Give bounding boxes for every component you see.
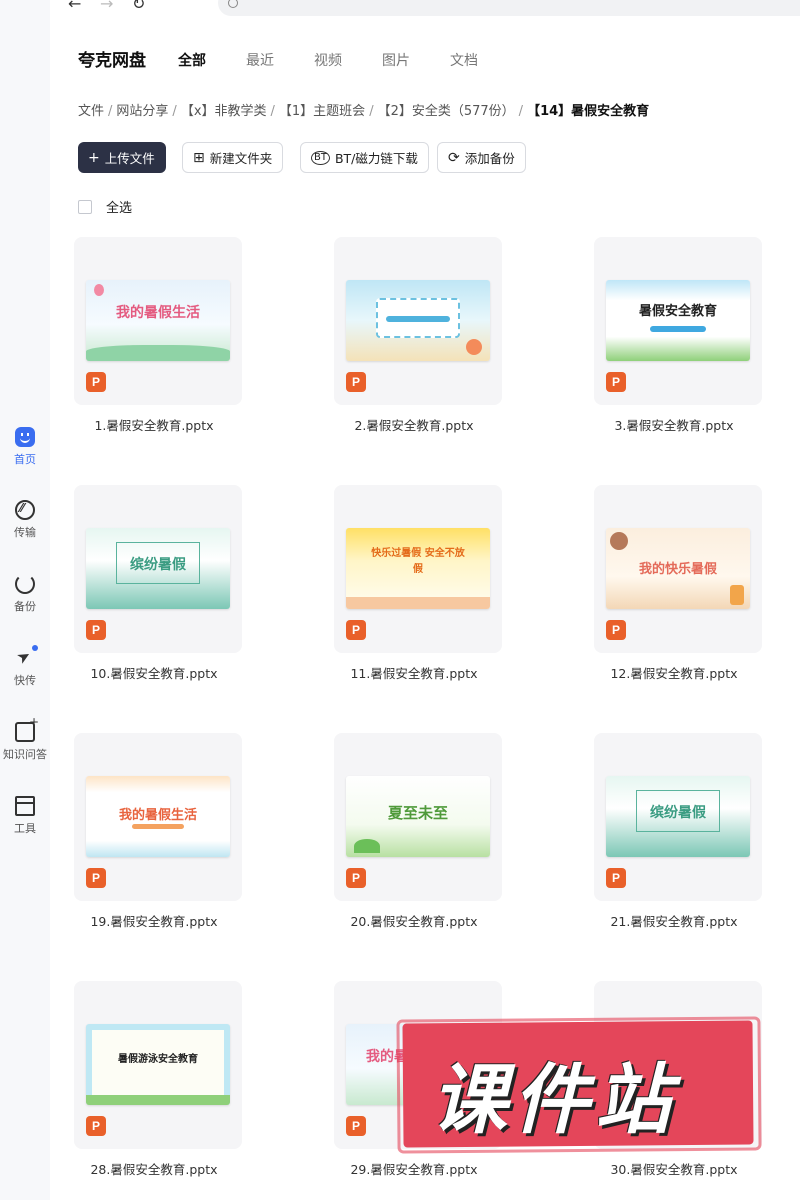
file-thumbnail: 快乐过暑假 安全不放假 xyxy=(346,528,490,609)
sidebar-item-backup[interactable]: 备份 xyxy=(0,574,50,614)
file-thumbnail: 我的快乐暑假 xyxy=(606,528,750,609)
file-name[interactable]: 10.暑假安全教育.pptx xyxy=(54,663,254,682)
file-name[interactable]: 2.暑假安全教育.pptx xyxy=(314,415,514,434)
file-card[interactable]: 我的暑假生活 P xyxy=(74,237,242,405)
sidebar-item-label: 工具 xyxy=(14,822,36,835)
quick-send-icon xyxy=(15,645,38,668)
sidebar-item-quick-send[interactable]: 快传 xyxy=(0,645,50,688)
ppt-file-icon: P xyxy=(86,620,106,640)
file-thumbnail xyxy=(346,280,490,361)
sidebar-item-qa[interactable]: 知识问答 xyxy=(0,715,50,762)
search-icon xyxy=(228,0,238,8)
ppt-file-icon: P xyxy=(346,1116,366,1136)
select-all-label: 全选 xyxy=(106,201,133,216)
file-card[interactable]: 快乐过暑假 安全不放假 P xyxy=(334,485,502,653)
file-card[interactable]: 暑假安全教育 P xyxy=(594,237,762,405)
ppt-file-icon: P xyxy=(606,868,626,888)
back-arrow-icon[interactable]: ← xyxy=(68,0,81,13)
tab-video[interactable]: 视频 xyxy=(314,50,342,70)
folder-plus-icon: ⊞ xyxy=(193,149,205,166)
sidebar-item-tools[interactable]: 工具 xyxy=(0,796,50,836)
tab-all[interactable]: 全部 xyxy=(178,50,206,70)
tab-recent[interactable]: 最近 xyxy=(246,50,274,70)
sidebar: 首页 传输 备份 快传 知识问答 工具 xyxy=(0,0,50,1200)
file-card[interactable]: 夏至未至 P xyxy=(334,733,502,901)
tab-documents[interactable]: 文档 xyxy=(450,50,478,70)
ppt-file-icon: P xyxy=(346,868,366,888)
watermark-logo: 课件站 xyxy=(402,1020,763,1152)
ppt-file-icon: P xyxy=(346,372,366,392)
file-thumbnail: 缤纷暑假 xyxy=(86,528,230,609)
breadcrumb-item[interactable]: 【x】非教学类 xyxy=(181,104,267,119)
file-thumbnail: 我的暑假生活 xyxy=(86,776,230,857)
breadcrumb-current: 【14】暑假安全教育 xyxy=(527,104,650,119)
sidebar-item-label: 知识问答 xyxy=(3,748,47,761)
transfer-icon xyxy=(15,500,35,520)
file-name[interactable]: 3.暑假安全教育.pptx xyxy=(574,415,774,434)
breadcrumb-item[interactable]: 【1】主题班会 xyxy=(279,104,365,119)
file-name[interactable]: 21.暑假安全教育.pptx xyxy=(574,911,774,930)
new-folder-button[interactable]: ⊞ 新建文件夹 xyxy=(182,142,284,173)
ppt-file-icon: P xyxy=(86,868,106,888)
file-card[interactable]: 我的暑假生活 P xyxy=(74,733,242,901)
sidebar-item-transfer[interactable]: 传输 xyxy=(0,500,50,540)
file-thumbnail: 暑假游泳安全教育 xyxy=(86,1024,230,1105)
ppt-file-icon: P xyxy=(346,620,366,640)
file-name[interactable]: 30.暑假安全教育.pptx xyxy=(574,1159,774,1178)
breadcrumb-item[interactable]: 网站分享 xyxy=(116,104,168,119)
sidebar-item-label: 快传 xyxy=(14,674,36,687)
file-name[interactable]: 1.暑假安全教育.pptx xyxy=(54,415,254,434)
file-thumbnail: 我的暑假生活 xyxy=(86,280,230,361)
backup-icon xyxy=(15,574,35,594)
breadcrumb-item[interactable]: 文件 xyxy=(78,104,104,119)
notification-dot xyxy=(32,645,38,651)
ppt-file-icon: P xyxy=(606,620,626,640)
ppt-file-icon: P xyxy=(86,372,106,392)
file-name[interactable]: 29.暑假安全教育.pptx xyxy=(314,1159,514,1178)
sidebar-item-label: 首页 xyxy=(14,453,36,466)
forward-arrow-icon[interactable]: → xyxy=(100,0,113,13)
browser-toolbar: ← → ↻ xyxy=(50,0,800,20)
file-name[interactable]: 28.暑假安全教育.pptx xyxy=(54,1159,254,1178)
select-all[interactable]: 全选 xyxy=(78,197,132,216)
bt-download-button[interactable]: BT BT/磁力链下载 xyxy=(300,142,429,173)
file-card[interactable]: 缤纷暑假 P xyxy=(74,485,242,653)
sidebar-item-label: 备份 xyxy=(14,600,36,613)
breadcrumb: 文件 / 网站分享 / 【x】非教学类 / 【1】主题班会 / 【2】安全类（577份） / 【14… xyxy=(78,104,650,119)
upload-button[interactable]: + 上传文件 xyxy=(78,142,166,173)
file-card[interactable]: P xyxy=(334,237,502,405)
reload-icon[interactable]: ↻ xyxy=(132,0,145,13)
file-card[interactable]: 我的快乐暑假 P xyxy=(594,485,762,653)
plus-icon: + xyxy=(88,149,100,166)
file-name[interactable]: 20.暑假安全教育.pptx xyxy=(314,911,514,930)
sidebar-item-home[interactable]: 首页 xyxy=(0,427,50,467)
bt-icon: BT xyxy=(311,150,330,165)
file-name[interactable]: 19.暑假安全教育.pptx xyxy=(54,911,254,930)
tab-images[interactable]: 图片 xyxy=(382,50,410,70)
address-bar[interactable] xyxy=(218,0,800,16)
ppt-file-icon: P xyxy=(606,372,626,392)
app-title: 夸克网盘 xyxy=(78,51,146,71)
file-thumbnail: 暑假安全教育 xyxy=(606,280,750,361)
select-all-checkbox[interactable] xyxy=(78,199,92,214)
file-thumbnail: 夏至未至 xyxy=(346,776,490,857)
sidebar-item-label: 传输 xyxy=(14,526,36,539)
qa-icon xyxy=(15,715,39,742)
home-icon xyxy=(15,427,35,447)
file-thumbnail: 缤纷暑假 xyxy=(606,776,750,857)
tools-icon xyxy=(15,796,35,816)
ppt-file-icon: P xyxy=(86,1116,106,1136)
file-card[interactable]: 暑假游泳安全教育 P xyxy=(74,981,242,1149)
sync-icon: ⟳ xyxy=(448,149,460,166)
file-name[interactable]: 11.暑假安全教育.pptx xyxy=(314,663,514,682)
file-card[interactable]: 缤纷暑假 P xyxy=(594,733,762,901)
add-backup-button[interactable]: ⟳ 添加备份 xyxy=(437,142,526,173)
file-name[interactable]: 12.暑假安全教育.pptx xyxy=(574,663,774,682)
breadcrumb-item[interactable]: 【2】安全类（577份） xyxy=(378,104,515,119)
